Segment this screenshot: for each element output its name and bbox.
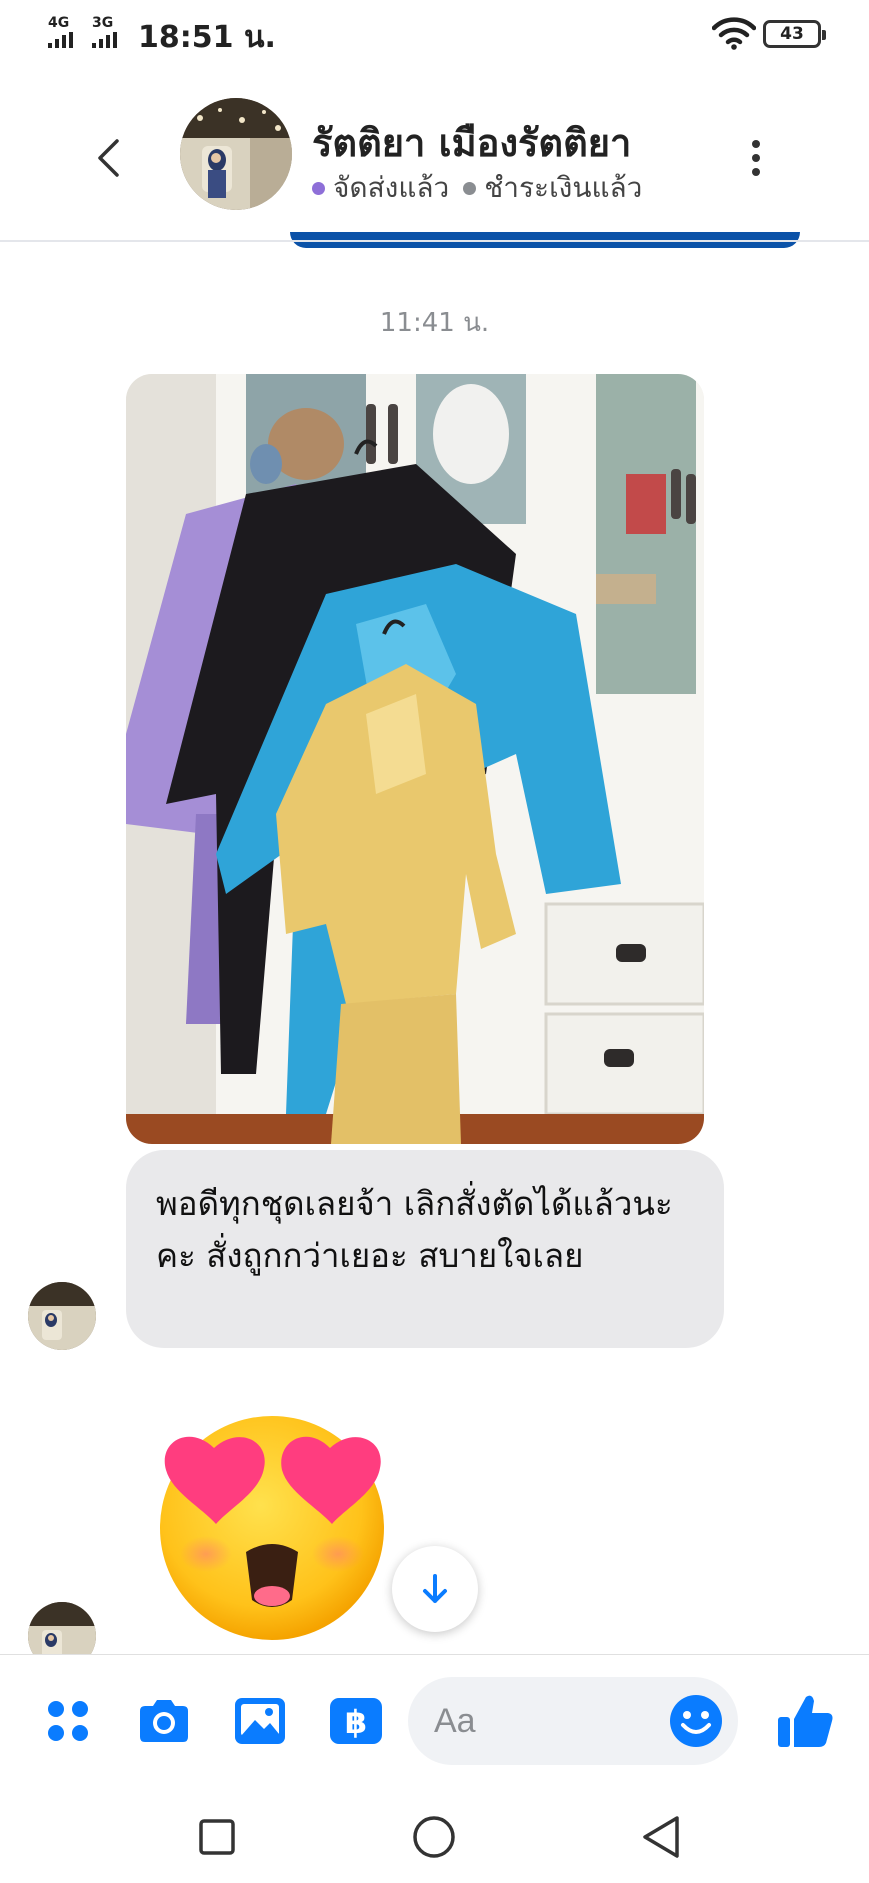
shared-photo[interactable] <box>126 374 704 1144</box>
image-icon <box>235 1698 285 1744</box>
contact-avatar[interactable] <box>180 98 292 210</box>
like-button[interactable] <box>774 1689 838 1753</box>
chevron-left-icon <box>98 139 119 177</box>
more-options-button[interactable] <box>738 132 774 184</box>
emoji-button[interactable] <box>668 1693 724 1749</box>
heart-eyes-emoji-icon <box>160 1416 384 1640</box>
status-delivered-label: จัดส่งแล้ว <box>333 171 450 204</box>
gallery-button[interactable] <box>230 1691 290 1751</box>
payment-button[interactable]: ฿ <box>326 1691 386 1751</box>
sender-avatar[interactable] <box>28 1282 96 1350</box>
home-circle-icon <box>413 1816 455 1858</box>
camera-button[interactable] <box>134 1691 194 1751</box>
header-divider <box>0 240 869 242</box>
battery-level: 43 <box>780 24 804 44</box>
baht-pay-icon: ฿ <box>330 1698 382 1744</box>
scroll-to-bottom-button[interactable] <box>392 1546 478 1632</box>
status-dot-delivered <box>312 181 325 195</box>
photo-thai-outfits-icon <box>126 374 704 1144</box>
network-indicator-2: 3G <box>92 16 117 48</box>
message-text: พอดีทุกชุดเลยจ้า เลิกสั่งตัดได้แล้วนะคะ … <box>156 1184 673 1275</box>
battery-indicator: 43 <box>763 20 826 48</box>
message-timestamp: 11:41 น. <box>379 308 490 338</box>
back-nav-button[interactable] <box>634 1810 688 1864</box>
status-dot-paid <box>463 181 477 195</box>
menu-dots-icon <box>48 1701 88 1741</box>
recents-button[interactable] <box>190 1810 244 1864</box>
thumbs-up-icon <box>778 1695 833 1747</box>
message-bubble[interactable]: พอดีทุกชุดเลยจ้า เลิกสั่งตัดได้แล้วนะคะ … <box>126 1150 724 1348</box>
back-triangle-icon <box>643 1816 679 1858</box>
conversation-header: รัตติยา เมืองรัตติยา จัดส่งแล้ว ชำระเงิน… <box>0 70 869 242</box>
more-actions-button[interactable] <box>38 1691 98 1751</box>
home-button[interactable] <box>407 1810 461 1864</box>
message-composer: ฿ <box>0 1654 869 1788</box>
arrow-down-icon <box>423 1574 447 1603</box>
network-type-label: 3G <box>92 15 114 31</box>
contact-name: รัตติยา เมืองรัตติยา <box>312 121 632 165</box>
contact-status-row: จัดส่งแล้ว ชำระเงินแล้ว <box>312 166 642 210</box>
back-button[interactable] <box>88 130 128 186</box>
svg-text:฿: ฿ <box>345 1703 367 1741</box>
clock: 18:51 น. <box>138 20 276 55</box>
status-paid-label: ชำระเงินแล้ว <box>484 171 643 204</box>
avatar-photo-icon <box>180 98 292 210</box>
more-vertical-icon <box>752 140 760 148</box>
signal-bars-icon <box>48 32 73 48</box>
heart-eyes-sticker[interactable] <box>154 1404 390 1640</box>
wifi-icon <box>712 17 756 50</box>
network-indicator-1: 4G <box>48 16 73 48</box>
avatar-photo-icon <box>28 1282 96 1350</box>
system-navigation-bar <box>0 1788 869 1883</box>
network-type-label: 4G <box>48 15 70 31</box>
camera-icon <box>140 1700 188 1742</box>
emoji-icon <box>670 1695 722 1747</box>
signal-bars-icon <box>92 32 117 48</box>
status-bar: 4G 3G 18:51 น. 43 <box>0 0 869 70</box>
recents-square-icon <box>199 1819 235 1855</box>
